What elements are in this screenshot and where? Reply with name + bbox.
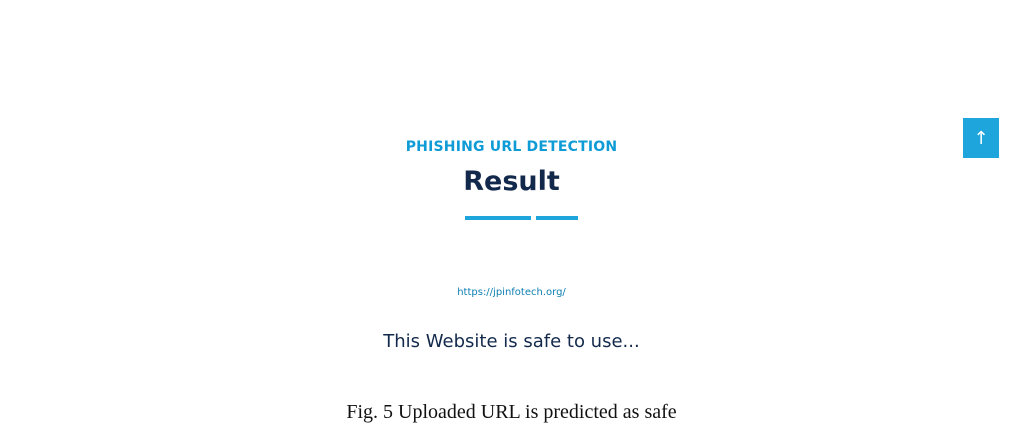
figure-caption: Fig. 5 Uploaded URL is predicted as safe	[346, 401, 677, 423]
arrow-up-icon: ↑	[973, 127, 989, 149]
section-eyebrow: PHISHING URL DETECTION	[405, 139, 618, 155]
checked-url: https://jpinfotech.org/	[457, 287, 566, 298]
result-screen: PHISHING URL DETECTION Result https://jp…	[0, 0, 1023, 388]
prediction-result: This Website is safe to use...	[383, 331, 640, 352]
title-underline-short	[536, 216, 578, 220]
page-title: Result	[463, 166, 560, 197]
title-underline-long	[465, 216, 531, 220]
scroll-to-top-button[interactable]: ↑	[963, 118, 999, 158]
